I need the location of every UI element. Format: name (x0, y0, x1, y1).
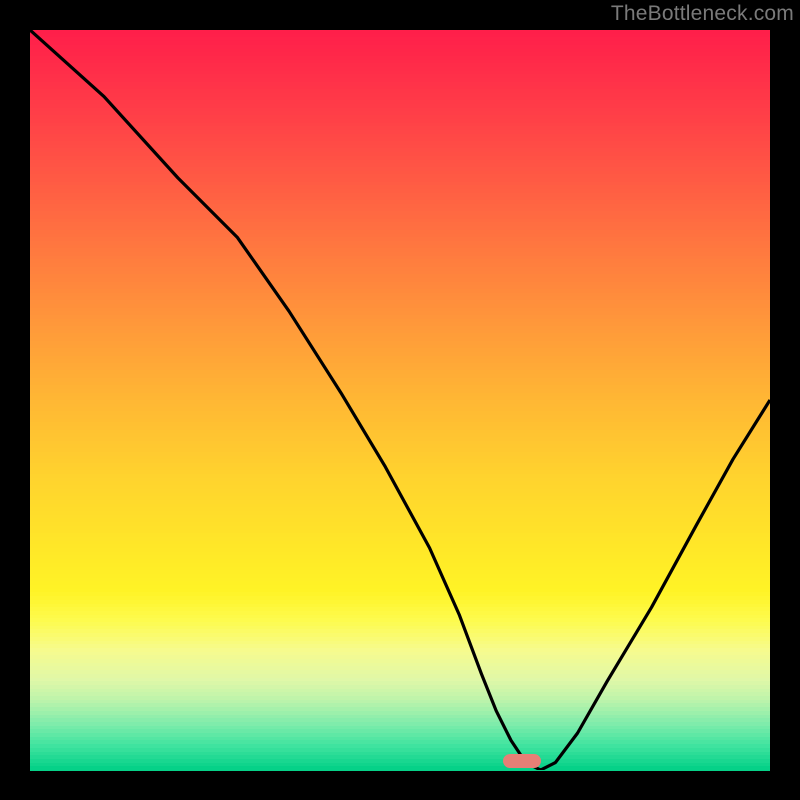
bottleneck-curve (30, 30, 770, 770)
chart-container: TheBottleneck.com (0, 0, 800, 800)
watermark-text: TheBottleneck.com (611, 2, 794, 26)
optimal-marker (503, 754, 541, 768)
plot-area (30, 30, 770, 770)
